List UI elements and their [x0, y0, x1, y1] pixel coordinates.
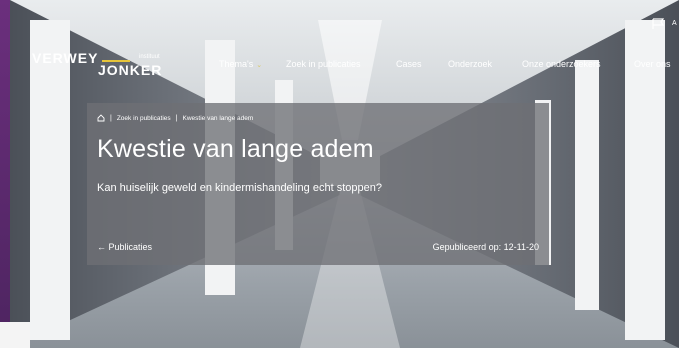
- breadcrumb: | Zoek in publicaties | Kwestie van lang…: [97, 114, 253, 122]
- published-date: Gepubliceerd op: 12-11-20: [432, 242, 539, 252]
- nav-item-zoek-in-publicaties[interactable]: Zoek in publicaties: [286, 59, 361, 69]
- breadcrumb-item-current: Kwestie van lange adem: [182, 114, 254, 122]
- breadcrumb-separator: |: [110, 114, 112, 122]
- chevron-down-icon: ⌄: [256, 62, 263, 69]
- nav-item-onze-onderzoekers[interactable]: Onze onderzoekers: [522, 59, 601, 69]
- nav-item-over-ons[interactable]: Over ons: [634, 59, 671, 69]
- breadcrumb-item-zoek[interactable]: Zoek in publicaties: [117, 115, 171, 122]
- breadcrumb-separator: |: [175, 114, 178, 122]
- back-to-publicaties-link[interactable]: ← Publicaties: [97, 242, 152, 252]
- nav-item-cases[interactable]: Cases: [396, 59, 422, 69]
- back-link-label: Publicaties: [108, 242, 153, 252]
- page-edge: [0, 322, 30, 348]
- arrow-left-icon: ←: [97, 242, 106, 252]
- page-subtitle: Kan huiselijk geweld en kindermishandeli…: [97, 182, 382, 194]
- flag-icon[interactable]: [651, 18, 665, 30]
- logo[interactable]: VERWEY instituut JONKER: [32, 50, 161, 78]
- page-title: Kwestie van lange adem: [97, 135, 374, 163]
- nav-item-onderzoek[interactable]: Onderzoek: [448, 59, 492, 69]
- nav-item-themas[interactable]: Thema's ⌄: [219, 59, 262, 69]
- logo-line2: JONKER: [98, 62, 163, 78]
- logo-small: instituut: [139, 54, 160, 60]
- home-icon[interactable]: [97, 114, 105, 122]
- hero-panel: | Zoek in publicaties | Kwestie van lang…: [87, 103, 549, 265]
- language-toggle[interactable]: A: [672, 20, 677, 27]
- logo-line1: VERWEY: [32, 50, 99, 66]
